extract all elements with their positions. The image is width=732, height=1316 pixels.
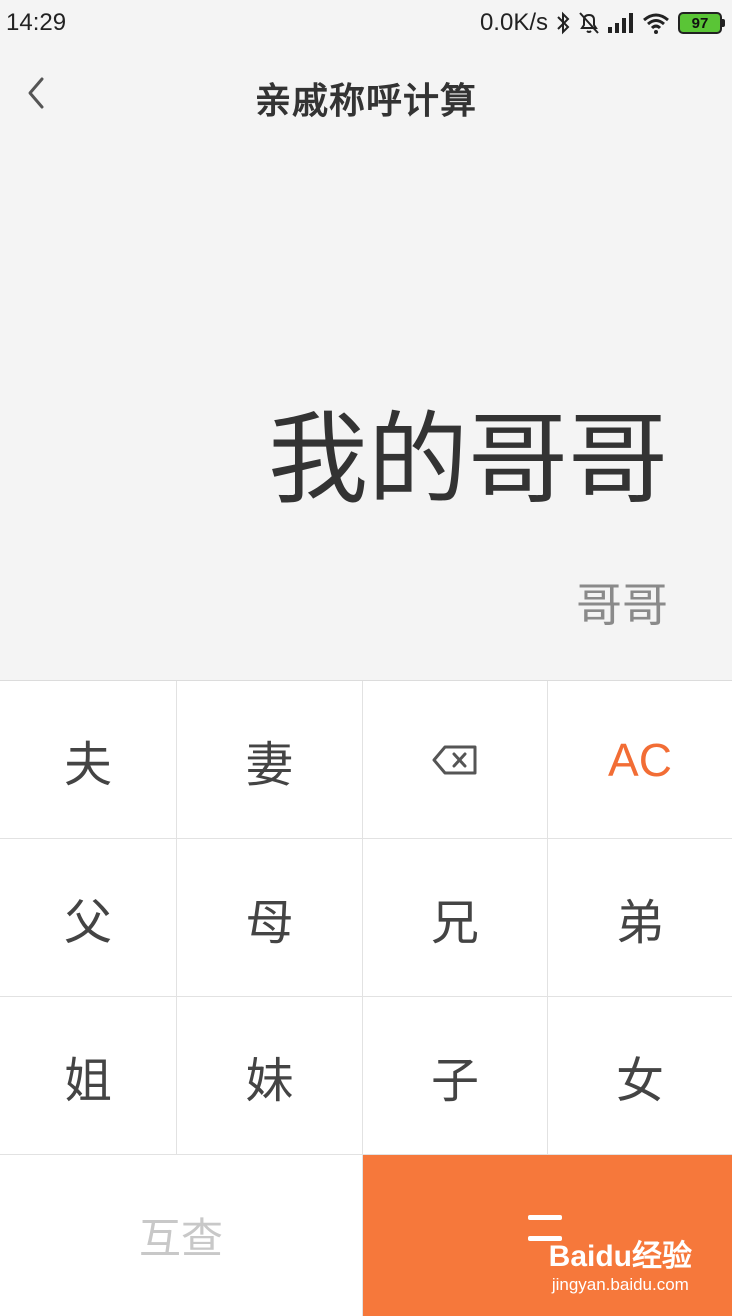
bottom-row: 互查 Baidu经验 jingyan.baidu.com bbox=[0, 1155, 732, 1316]
equals-icon bbox=[528, 1215, 562, 1241]
signal-icon bbox=[608, 13, 634, 33]
battery-level: 97 bbox=[691, 14, 709, 32]
result-display: 哥哥 bbox=[576, 578, 668, 632]
equals-button[interactable]: Baidu经验 jingyan.baidu.com bbox=[363, 1155, 732, 1316]
wifi-icon bbox=[642, 12, 670, 34]
clear-all-button[interactable]: AC bbox=[548, 681, 732, 839]
bluetooth-icon bbox=[556, 11, 570, 35]
keypad: 夫 妻 AC 父 母 兄 弟 姐 妹 子 女 互查 Baidu经验 jingya… bbox=[0, 680, 732, 1316]
backspace-button[interactable] bbox=[363, 681, 548, 839]
key-daughter[interactable]: 女 bbox=[548, 997, 732, 1155]
bell-off-icon bbox=[578, 11, 600, 35]
key-husband[interactable]: 夫 bbox=[0, 681, 177, 839]
header: 亲戚称呼计算 bbox=[0, 46, 732, 146]
page-title: 亲戚称呼计算 bbox=[254, 81, 477, 122]
watermark-logo: Baidu经验 bbox=[548, 1240, 692, 1273]
watermark: Baidu经验 jingyan.baidu.com bbox=[549, 1240, 692, 1296]
battery-icon: 97 bbox=[678, 12, 725, 34]
expression-display: 我的哥哥 bbox=[268, 401, 668, 518]
status-icons: 0.0K/s 97 bbox=[479, 9, 725, 37]
net-speed: 0.0K/s bbox=[479, 9, 548, 36]
watermark-url: jingyan.baidu.com bbox=[551, 1275, 689, 1294]
key-son[interactable]: 子 bbox=[363, 997, 548, 1155]
key-wife[interactable]: 妻 bbox=[177, 681, 363, 839]
key-father[interactable]: 父 bbox=[0, 839, 177, 997]
key-elder-brother[interactable]: 兄 bbox=[363, 839, 548, 997]
status-bar: 14:29 0.0K/s 97 bbox=[0, 0, 732, 46]
key-elder-sister[interactable]: 姐 bbox=[0, 997, 177, 1155]
key-younger-sister[interactable]: 妹 bbox=[177, 997, 363, 1155]
key-younger-brother[interactable]: 弟 bbox=[548, 839, 732, 997]
backspace-icon bbox=[431, 732, 479, 788]
mutual-check-button[interactable]: 互查 bbox=[0, 1155, 363, 1316]
status-time: 14:29 bbox=[6, 9, 67, 36]
key-mother[interactable]: 母 bbox=[177, 839, 363, 997]
key-grid: 夫 妻 AC 父 母 兄 弟 姐 妹 子 女 bbox=[0, 681, 732, 1155]
